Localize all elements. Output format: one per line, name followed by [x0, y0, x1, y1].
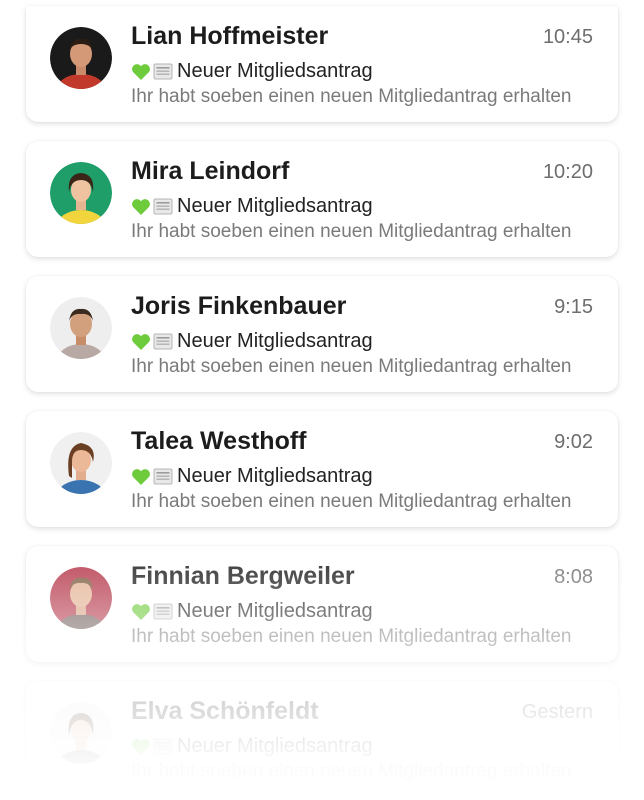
message-time: 10:20: [542, 161, 593, 183]
message-subject: Neuer Mitgliedsantrag: [131, 60, 373, 83]
green-heart-icon: [131, 333, 151, 351]
message-item[interactable]: Mira Leindorf 10:20 Neuer Mitgliedsantra…: [26, 141, 618, 257]
message-time: 9:02: [554, 431, 593, 453]
newspaper-icon: [153, 198, 173, 215]
avatar: [50, 162, 112, 224]
subject-text: Neuer Mitgliedsantrag: [177, 600, 373, 622]
green-heart-icon: [131, 198, 151, 216]
avatar: [50, 432, 112, 494]
green-heart-icon: [131, 468, 151, 486]
message-preview: Ihr habt soeben einen neuen Mitgliedantr…: [131, 491, 572, 512]
avatar: [50, 567, 112, 629]
message-time: Gestern: [521, 701, 593, 723]
message-subject: Neuer Mitgliedsantrag: [131, 600, 373, 623]
message-time: 8:08: [554, 566, 593, 588]
sender-name: Elva Schönfeldt: [131, 697, 319, 725]
newspaper-icon: [153, 63, 173, 80]
subject-text: Neuer Mitgliedsantrag: [177, 330, 373, 352]
green-heart-icon: [131, 63, 151, 81]
message-item[interactable]: Talea Westhoff 9:02 Neuer Mitgliedsantra…: [26, 411, 618, 527]
message-preview: Ihr habt soeben einen neuen Mitgliedantr…: [131, 221, 572, 242]
message-subject: Neuer Mitgliedsantrag: [131, 465, 373, 488]
message-time: 9:15: [554, 296, 593, 318]
avatar: [50, 27, 112, 89]
green-heart-icon: [131, 738, 151, 756]
message-subject: Neuer Mitgliedsantrag: [131, 735, 373, 758]
sender-name: Talea Westhoff: [131, 427, 307, 455]
message-list: Lian Hoffmeister 10:45 Neuer Mitgliedsan…: [0, 0, 644, 800]
message-time: 10:45: [542, 26, 593, 48]
message-item[interactable]: Joris Finkenbauer 9:15 Neuer Mitgliedsan…: [26, 276, 618, 392]
newspaper-icon: [153, 333, 173, 350]
sender-name: Joris Finkenbauer: [131, 292, 347, 320]
newspaper-icon: [153, 468, 173, 485]
message-subject: Neuer Mitgliedsantrag: [131, 330, 373, 353]
newspaper-icon: [153, 738, 173, 755]
sender-name: Lian Hoffmeister: [131, 22, 329, 50]
subject-text: Neuer Mitgliedsantrag: [177, 195, 373, 217]
avatar: [50, 702, 112, 764]
green-heart-icon: [131, 603, 151, 621]
subject-text: Neuer Mitgliedsantrag: [177, 60, 373, 82]
message-preview: Ihr habt soeben einen neuen Mitgliedantr…: [131, 86, 572, 107]
message-item[interactable]: Elva Schönfeldt Gestern Neuer Mitgliedsa…: [26, 681, 618, 797]
newspaper-icon: [153, 603, 173, 620]
sender-name: Finnian Bergweiler: [131, 562, 355, 590]
message-preview: Ihr habt soeben einen neuen Mitgliedantr…: [131, 356, 572, 377]
avatar: [50, 297, 112, 359]
message-subject: Neuer Mitgliedsantrag: [131, 195, 373, 218]
message-item[interactable]: Finnian Bergweiler 8:08 Neuer Mitgliedsa…: [26, 546, 618, 662]
message-item[interactable]: Lian Hoffmeister 10:45 Neuer Mitgliedsan…: [26, 6, 618, 122]
message-preview: Ihr habt soeben einen neuen Mitgliedantr…: [131, 626, 572, 647]
sender-name: Mira Leindorf: [131, 157, 290, 185]
message-preview: Ihr habt soeben einen neuen Mitgliedantr…: [131, 761, 572, 782]
subject-text: Neuer Mitgliedsantrag: [177, 465, 373, 487]
subject-text: Neuer Mitgliedsantrag: [177, 735, 373, 757]
